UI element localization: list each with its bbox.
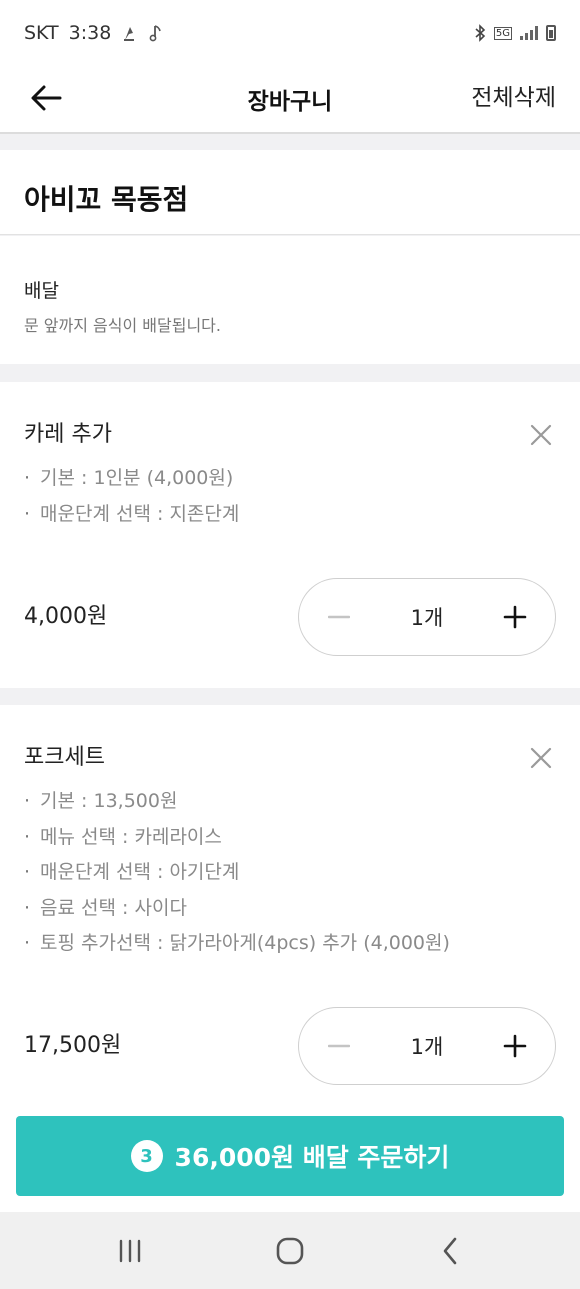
item-price: 4,000원: [24, 604, 108, 629]
music-note-icon: [149, 24, 163, 42]
signal-icon: [520, 26, 538, 40]
item-name: 카레 추가: [24, 422, 112, 447]
item-count-badge: 3: [130, 1140, 163, 1172]
increase-button[interactable]: [475, 1008, 555, 1084]
close-icon: [530, 747, 552, 769]
notification-icon: [121, 24, 139, 42]
item-name: 포크세트: [24, 745, 105, 770]
home-icon: [276, 1237, 304, 1264]
increase-button[interactable]: [475, 579, 555, 655]
delivery-section: 배달 문 앞까지 음식이 배달됩니다.: [0, 236, 580, 364]
system-back-button[interactable]: [410, 1221, 490, 1281]
network-type-badge: 5G: [493, 26, 512, 40]
carrier-label: SKT: [24, 22, 59, 44]
system-nav-bar: [0, 1212, 580, 1289]
item-option: 기본 : 13,500원: [24, 784, 450, 820]
item-option: 음료 선택 : 사이다: [24, 891, 450, 927]
item-option: 메뉴 선택 : 카레라이스: [24, 820, 450, 856]
battery-icon: [546, 25, 556, 41]
plus-icon: [503, 605, 527, 629]
remove-item-button[interactable]: [526, 420, 556, 450]
cart-screen: SKT 3:38 5G 장바구니 전체삭제 아비꼬 목동점 배달 문 앞까지 음…: [0, 0, 580, 1289]
recent-apps-icon: [119, 1239, 141, 1262]
back-button[interactable]: [26, 78, 66, 118]
item-option: 토핑 추가선택 : 닭가라아게(4pcs) 추가 (4,000원): [24, 926, 450, 962]
delivery-label: 배달: [24, 280, 59, 302]
home-button[interactable]: [250, 1221, 330, 1281]
status-right: 5G: [474, 24, 556, 42]
status-bar: SKT 3:38 5G: [0, 0, 580, 66]
item-price: 17,500원: [24, 1033, 122, 1058]
cart-item: 카레 추가 기본 : 1인분 (4,000원) 매운단계 선택 : 지존단계 4…: [0, 382, 580, 688]
order-bar: 3 36,000원 배달 주문하기: [0, 1114, 580, 1212]
clock: 3:38: [68, 22, 112, 44]
cart-item: 포크세트 기본 : 13,500원 메뉴 선택 : 카레라이스 매운단계 선택 …: [0, 705, 580, 1118]
quantity-stepper: 1개: [298, 1007, 556, 1085]
remove-item-button[interactable]: [526, 743, 556, 773]
delivery-description: 문 앞까지 음식이 배달됩니다.: [24, 316, 221, 335]
store-section: 아비꼬 목동점: [0, 150, 580, 235]
arrow-left-icon: [31, 85, 62, 111]
app-header: 장바구니 전체삭제: [0, 66, 580, 134]
item-option: 기본 : 1인분 (4,000원): [24, 461, 239, 497]
quantity-value: 1개: [410, 1035, 444, 1059]
item-options: 기본 : 1인분 (4,000원) 매운단계 선택 : 지존단계: [24, 461, 239, 532]
plus-icon: [503, 1034, 527, 1058]
item-option: 매운단계 선택 : 아기단계: [24, 855, 450, 891]
recent-apps-button[interactable]: [90, 1221, 170, 1281]
order-button[interactable]: 3 36,000원 배달 주문하기: [16, 1116, 564, 1196]
decrease-button[interactable]: [299, 579, 379, 655]
chevron-left-icon: [443, 1237, 457, 1264]
quantity-value: 1개: [410, 606, 444, 630]
store-name: 아비꼬 목동점: [24, 183, 189, 216]
bluetooth-icon: [474, 24, 486, 42]
decrease-button[interactable]: [299, 1008, 379, 1084]
order-button-label: 36,000원 배달 주문하기: [174, 1143, 450, 1172]
status-left: SKT 3:38: [24, 22, 163, 44]
minus-icon: [328, 1044, 350, 1048]
clear-all-button[interactable]: 전체삭제: [471, 78, 556, 112]
close-icon: [530, 424, 552, 446]
item-options: 기본 : 13,500원 메뉴 선택 : 카레라이스 매운단계 선택 : 아기단…: [24, 784, 450, 962]
item-option: 매운단계 선택 : 지존단계: [24, 497, 239, 533]
minus-icon: [328, 615, 350, 619]
quantity-stepper: 1개: [298, 578, 556, 656]
